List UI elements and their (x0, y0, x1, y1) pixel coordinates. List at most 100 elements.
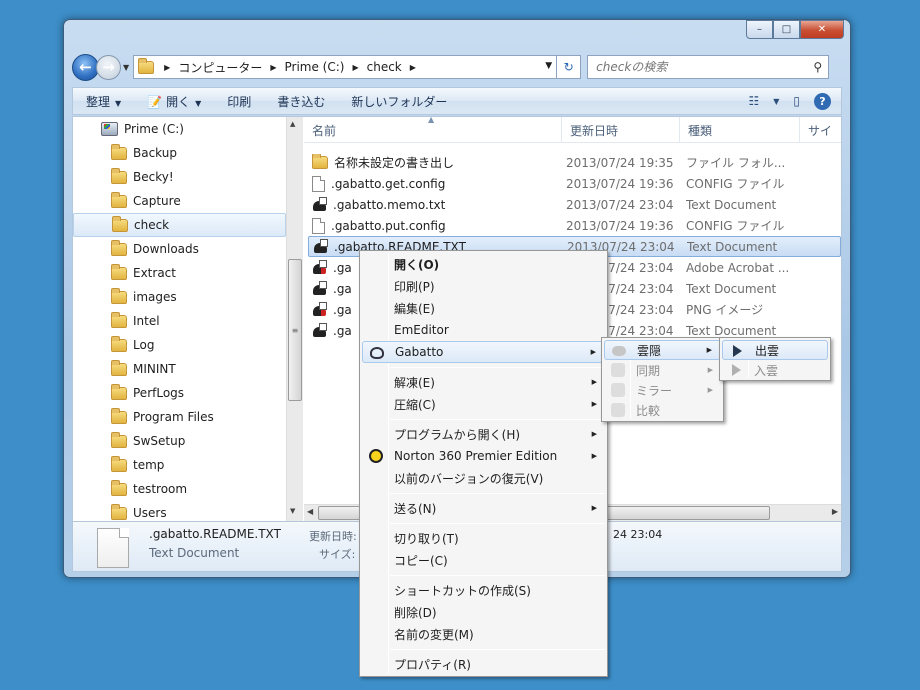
burn-button[interactable]: 書き込む (264, 93, 338, 110)
recent-pages-dropdown[interactable]: ▼ (123, 63, 129, 72)
menu-item-edit[interactable]: 編集(E) (362, 297, 605, 319)
menu-item-rename[interactable]: 名前の変更(M) (362, 623, 605, 645)
folder-icon (111, 503, 127, 520)
tree-item-capture[interactable]: Capture (73, 189, 286, 213)
print-button[interactable]: 印刷 (214, 93, 264, 110)
menu-separator (390, 575, 605, 576)
new-folder-button[interactable]: 新しいフォルダー (338, 93, 460, 110)
menu-item-emeditor[interactable]: EmEditor (362, 319, 605, 341)
breadcrumb-check[interactable]: check (367, 60, 402, 74)
menu-separator (390, 523, 605, 524)
table-row[interactable]: .gabatto.get.config 2013/07/24 19:36 CONFI… (308, 173, 841, 194)
maximize-button[interactable]: □ (773, 20, 800, 39)
column-size[interactable]: サイ (800, 117, 841, 143)
document-icon (97, 528, 129, 568)
tree-item-images[interactable]: images (73, 285, 286, 309)
breadcrumb-separator[interactable]: ▶ (270, 63, 276, 72)
menu-item-gabatto[interactable]: Gabatto ▶ (362, 341, 605, 363)
menu-item-compare[interactable]: 比較 (604, 400, 721, 420)
tree-item-users[interactable]: Users (73, 501, 286, 521)
tree-item-log[interactable]: Log (73, 333, 286, 357)
tree-item-label: Backup (133, 146, 177, 160)
breadcrumb-computer[interactable]: コンピューター (178, 59, 262, 76)
table-row[interactable]: .gabatto.memo.txt 2013/07/24 23:04 Text Do… (308, 194, 841, 215)
open-button[interactable]: 📝 開く ▼ (134, 93, 214, 110)
menu-item-iriku[interactable]: 入雲 (722, 360, 828, 380)
preview-pane-icon[interactable]: ▯ (793, 94, 800, 108)
menu-item-kumogakure[interactable]: 雲隠 ▶ (604, 340, 721, 360)
tree-item-check[interactable]: check (73, 213, 286, 237)
scrollbar-thumb[interactable]: ≡ (288, 259, 302, 401)
minimize-button[interactable]: – (746, 20, 773, 39)
address-bar[interactable]: ▶ コンピューター ▶ Prime (C:) ▶ check ▶ ▼ (133, 55, 558, 79)
forward-button[interactable]: → (96, 54, 121, 80)
menu-item-print[interactable]: 印刷(P) (362, 275, 605, 297)
menu-item-properties[interactable]: プロパティ(R) (362, 653, 605, 675)
file-date: 2013/07/24 19:36 (566, 218, 674, 233)
menu-item-create-shortcut[interactable]: ショートカットの作成(S) (362, 579, 605, 601)
tree-item-extract[interactable]: Extract (73, 261, 286, 285)
menu-item-send-to[interactable]: 送る(N) ▶ (362, 497, 605, 519)
refresh-button[interactable]: ↻ (557, 55, 582, 79)
table-row[interactable]: 名称未設定の書き出し 2013/07/24 19:35 ファイル フォル... (308, 152, 841, 173)
menu-item-cut[interactable]: 切り取り(T) (362, 527, 605, 549)
menu-item-compress[interactable]: 圧縮(C) ▶ (362, 393, 605, 415)
folder-icon (111, 191, 127, 208)
file-name: .gabatto.get.config (312, 175, 562, 192)
menu-item-sync[interactable]: 同期 ▶ (604, 360, 721, 380)
breadcrumb-separator[interactable]: ▶ (352, 63, 358, 72)
tree-item-swsetup[interactable]: SwSetup (73, 429, 286, 453)
column-name[interactable]: 名前 ▲ (304, 117, 562, 143)
file-type: Text Document (686, 323, 777, 338)
scroll-down-icon[interactable]: ▼ (290, 507, 295, 515)
tree-item-becky[interactable]: Becky! (73, 165, 286, 189)
tree-item-downloads[interactable]: Downloads (73, 237, 286, 261)
menu-item-restore-versions[interactable]: 以前のバージョンの復元(V) (362, 467, 605, 489)
breadcrumb-separator[interactable]: ▶ (164, 63, 170, 72)
breadcrumb-drive[interactable]: Prime (C:) (284, 60, 344, 74)
file-name-text: .gabatto.get.config (331, 176, 446, 191)
close-button[interactable]: ✕ (800, 20, 844, 39)
tree-item-minint[interactable]: MININT (73, 357, 286, 381)
tree-scrollbar[interactable]: ▲ ≡ ▼ (286, 117, 303, 521)
tree-item-temp[interactable]: temp (73, 453, 286, 477)
column-date[interactable]: 更新日時 (562, 117, 680, 143)
organize-label: 整理 (86, 94, 111, 109)
scroll-up-icon[interactable]: ▲ (290, 120, 295, 128)
menu-item-label: 以前のバージョンの復元(V) (394, 471, 544, 486)
search-box[interactable]: ⚲ (587, 55, 830, 79)
help-icon[interactable]: ? (814, 92, 831, 110)
search-icon[interactable]: ⚲ (813, 60, 822, 74)
tree-item-perflogs[interactable]: PerfLogs (73, 381, 286, 405)
menu-item-copy[interactable]: コピー(C) (362, 549, 605, 571)
tree-item-backup[interactable]: Backup (73, 141, 286, 165)
back-button[interactable]: ← (72, 53, 99, 81)
menu-item-delete[interactable]: 削除(D) (362, 601, 605, 623)
scroll-left-icon[interactable]: ◀ (307, 507, 313, 516)
file-type: CONFIG ファイル (686, 177, 785, 191)
table-row[interactable]: .gabatto.put.config 2013/07/24 19:36 CONFI… (308, 215, 841, 236)
breadcrumb-separator[interactable]: ▶ (410, 63, 416, 72)
menu-item-open[interactable]: 開く(O) (362, 253, 605, 275)
organize-button[interactable]: 整理 ▼ (73, 93, 134, 110)
kumogakure-submenu: 出雲 入雲 (719, 337, 831, 381)
tree-item-intel[interactable]: Intel (73, 309, 286, 333)
sync-icon (610, 362, 626, 378)
menu-item-izumo[interactable]: 出雲 (722, 340, 828, 360)
chevron-down-icon[interactable]: ▼ (773, 97, 779, 106)
column-type[interactable]: 種類 (680, 117, 800, 143)
address-dropdown-icon[interactable]: ▼ (545, 61, 552, 71)
file-type: ファイル フォル... (686, 156, 786, 170)
menu-item-label: Norton 360 Premier Edition (394, 449, 558, 463)
search-input[interactable] (596, 60, 797, 74)
command-bar: 整理 ▼ 📝 開く ▼ 印刷 書き込む 新しいフォルダー ☷ ▼ ▯ ? (72, 87, 842, 115)
scroll-right-icon[interactable]: ▶ (832, 507, 838, 516)
view-options-icon[interactable]: ☷ (748, 94, 759, 108)
menu-item-norton[interactable]: Norton 360 Premier Edition ▶ (362, 445, 605, 467)
menu-item-extract[interactable]: 解凍(E) ▶ (362, 371, 605, 393)
tree-item-drive[interactable]: Prime (C:) (73, 117, 286, 141)
tree-item-program-files[interactable]: Program Files (73, 405, 286, 429)
menu-item-open-with[interactable]: プログラムから開く(H) ▶ (362, 423, 605, 445)
menu-item-mirror[interactable]: ミラー ▶ (604, 380, 721, 400)
tree-item-testroom[interactable]: testroom (73, 477, 286, 501)
